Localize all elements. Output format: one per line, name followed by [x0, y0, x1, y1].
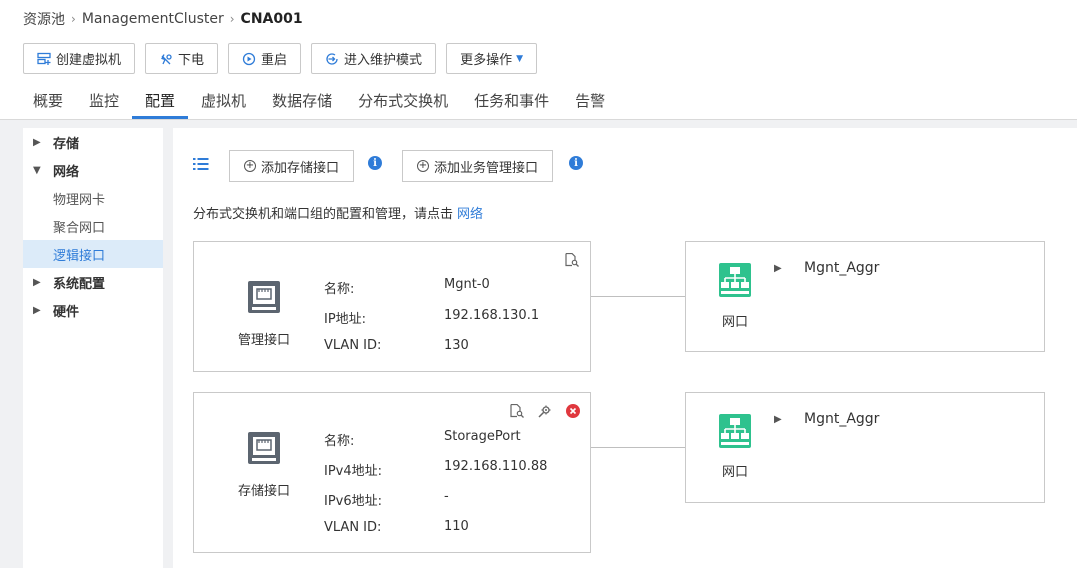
sidebar-item-label: 硬件 — [53, 304, 80, 320]
delete-icon[interactable] — [566, 404, 580, 422]
more-actions-label: 更多操作 — [460, 53, 513, 68]
port-card-2: 网口 ▶ Mgnt_Aggr — [685, 392, 1045, 503]
ip-label: IP地址: — [324, 312, 367, 327]
breadcrumb-current: CNA001 — [240, 11, 303, 27]
tab-config[interactable]: 配置 — [132, 85, 189, 119]
tab-bar: 概要 监控 配置 虚拟机 数据存储 分布式交换机 任务和事件 告警 — [20, 85, 618, 119]
port-caption: 网口 — [721, 465, 748, 480]
restart-icon — [242, 52, 256, 66]
vlan-label: VLAN ID: — [324, 338, 382, 353]
interface-caption: 存储接口 — [237, 484, 290, 499]
create-vm-label: 创建虚拟机 — [56, 53, 122, 68]
breadcrumb-separator: › — [71, 12, 76, 26]
name-value: Mgnt-0 — [444, 277, 490, 292]
tab-overview[interactable]: 概要 — [20, 85, 76, 119]
tab-alarms[interactable]: 告警 — [562, 85, 618, 119]
name-label: 名称: — [324, 434, 355, 449]
tab-monitor[interactable]: 监控 — [76, 85, 132, 119]
network-hint: 分布式交换机和端口组的配置和管理，请点击 网络 — [193, 203, 483, 222]
network-switch-icon — [718, 413, 752, 453]
more-actions-button[interactable]: 更多操作 ▼ — [446, 43, 537, 74]
breadcrumb: 资源池 › ManagementCluster › CNA001 — [23, 8, 303, 30]
caret-right-icon: ▶ — [33, 276, 41, 288]
interface-caption: 管理接口 — [237, 333, 290, 348]
interface-card-storage: 存储接口 名称: StoragePort IPv4地址: 192.168.110… — [193, 392, 591, 553]
sidebar-item-label: 网络 — [53, 164, 80, 180]
tab-tasks-events[interactable]: 任务和事件 — [461, 85, 562, 119]
caret-right-icon: ▶ — [33, 136, 41, 148]
restart-button[interactable]: 重启 — [228, 43, 302, 74]
restart-label: 重启 — [261, 53, 288, 68]
maintenance-mode-button[interactable]: 进入维护模式 — [311, 43, 437, 74]
ip-value: 192.168.130.1 — [444, 308, 540, 323]
sidebar-item-network[interactable]: ▼ 网络 — [23, 156, 163, 184]
expand-arrow-icon[interactable]: ▶ — [774, 414, 782, 425]
caret-down-icon: ▼ — [33, 164, 41, 176]
info-icon[interactable]: i — [368, 156, 382, 170]
tab-dvswitch[interactable]: 分布式交换机 — [345, 85, 461, 119]
settings-icon[interactable] — [538, 404, 552, 422]
create-vm-icon — [37, 52, 51, 66]
interface-card-management: 管理接口 名称: Mgnt-0 IP地址: 192.168.130.1 VLAN… — [193, 241, 591, 372]
vlan-value: 130 — [444, 338, 469, 353]
breadcrumb-root[interactable]: 资源池 — [23, 9, 65, 29]
detail-icon[interactable] — [565, 252, 579, 271]
config-sidebar: ▶ 存储 ▼ 网络 物理网卡 聚合网口 逻辑接口 ▶ 系统配置 ▶ 硬件 — [23, 128, 163, 568]
add-circle-icon: + — [417, 160, 429, 172]
add-storage-interface-button[interactable]: + 添加存储接口 — [229, 150, 355, 182]
port-name: Mgnt_Aggr — [804, 411, 880, 427]
connector-line — [591, 447, 685, 448]
ethernet-port-icon — [247, 431, 281, 469]
power-off-icon — [159, 52, 173, 66]
list-view-icon[interactable] — [193, 157, 209, 175]
ipv4-value: 192.168.110.88 — [444, 459, 548, 474]
power-off-label: 下电 — [178, 53, 205, 68]
sidebar-item-label: 系统配置 — [53, 276, 106, 292]
sidebar-item-system-config[interactable]: ▶ 系统配置 — [23, 268, 163, 296]
vlan-label: VLAN ID: — [324, 520, 382, 535]
name-value: StoragePort — [444, 429, 521, 444]
sidebar-item-hardware[interactable]: ▶ 硬件 — [23, 296, 163, 324]
network-link[interactable]: 网络 — [457, 207, 483, 222]
ipv4-label: IPv4地址: — [324, 464, 383, 479]
breadcrumb-separator: › — [229, 12, 235, 26]
port-caption: 网口 — [721, 315, 748, 330]
ipv6-value: - — [444, 489, 449, 504]
hint-text: 分布式交换机和端口组的配置和管理，请点击 — [193, 207, 454, 222]
name-label: 名称: — [324, 282, 355, 297]
vlan-value: 110 — [444, 519, 469, 534]
toolbar: 创建虚拟机 下电 重启 进入维护模式 更多操作 ▼ — [23, 43, 537, 74]
port-name: Mgnt_Aggr — [804, 260, 880, 276]
ethernet-port-icon — [247, 280, 281, 318]
sidebar-item-logical-interface[interactable]: 逻辑接口 — [23, 240, 163, 268]
create-vm-button[interactable]: 创建虚拟机 — [23, 43, 136, 74]
chevron-down-icon: ▼ — [516, 53, 523, 64]
sidebar-item-physical-nic[interactable]: 物理网卡 — [23, 184, 163, 212]
port-card-1: 网口 ▶ Mgnt_Aggr — [685, 241, 1045, 352]
add-mgmt-interface-button[interactable]: + 添加业务管理接口 — [402, 150, 554, 182]
tab-datastores[interactable]: 数据存储 — [259, 85, 345, 119]
add-storage-interface-label: 添加存储接口 — [261, 160, 340, 176]
sidebar-item-storage[interactable]: ▶ 存储 — [23, 128, 163, 156]
add-mgmt-interface-label: 添加业务管理接口 — [434, 160, 539, 176]
breadcrumb-cluster[interactable]: ManagementCluster — [82, 11, 224, 27]
connector-line — [591, 296, 685, 297]
caret-right-icon: ▶ — [33, 304, 41, 316]
sidebar-item-aggregated-port[interactable]: 聚合网口 — [23, 212, 163, 240]
add-circle-icon: + — [244, 160, 256, 172]
ipv6-label: IPv6地址: — [324, 494, 383, 509]
expand-arrow-icon[interactable]: ▶ — [774, 263, 782, 274]
sidebar-item-label: 存储 — [53, 136, 80, 152]
detail-icon[interactable] — [510, 403, 524, 422]
info-icon[interactable]: i — [569, 156, 583, 170]
maintenance-label: 进入维护模式 — [344, 53, 423, 68]
tab-vms[interactable]: 虚拟机 — [188, 85, 259, 119]
maintenance-icon — [325, 52, 339, 66]
network-switch-icon — [718, 262, 752, 302]
power-off-button[interactable]: 下电 — [145, 43, 219, 74]
